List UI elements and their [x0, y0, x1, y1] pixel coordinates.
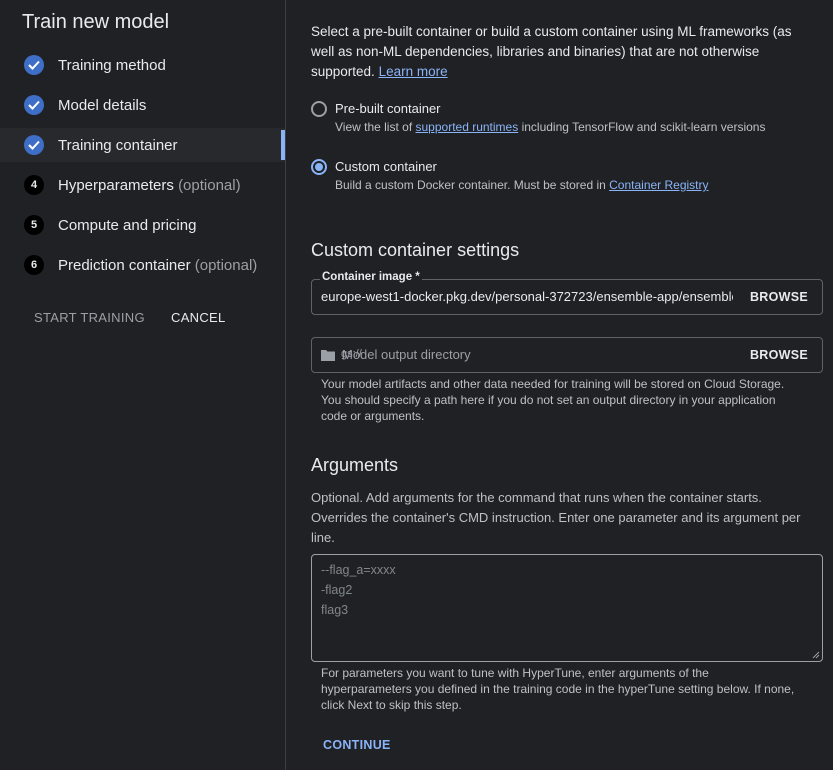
sidebar-actions: START TRAINING CANCEL	[0, 306, 285, 328]
arguments-heading: Arguments	[311, 455, 399, 475]
check-icon	[24, 55, 44, 75]
step-label: Training container	[58, 136, 178, 154]
custom-label: Custom container	[335, 159, 437, 174]
radio-button-selected[interactable]	[311, 159, 327, 175]
arguments-helper: For parameters you want to tune with Hyp…	[321, 666, 795, 712]
continue-button[interactable]: CONTINUE	[311, 732, 397, 760]
step-label: Model details	[58, 96, 147, 114]
step-number-badge: 5	[24, 215, 44, 235]
arguments-textarea[interactable]: --flag_a=xxxx -flag2 flag3	[311, 554, 823, 662]
main-content: Select a pre-built container or build a …	[287, 0, 833, 770]
check-icon	[24, 95, 44, 115]
container-image-input[interactable]: europe-west1-docker.pkg.dev/personal-372…	[321, 289, 733, 304]
step-label: Hyperparameters (optional)	[58, 176, 241, 194]
intro-text: Select a pre-built container or build a …	[311, 24, 792, 79]
step-label: Training method	[58, 56, 166, 74]
check-icon	[24, 135, 44, 155]
supported-runtimes-link[interactable]: supported runtimes	[416, 120, 519, 134]
model-output-directory-input[interactable]: Model output directory	[342, 347, 471, 362]
container-image-label: Container image *	[320, 271, 422, 283]
custom-container-settings-heading: Custom container settings	[311, 240, 520, 260]
step-number-badge: 6	[24, 255, 44, 275]
start-training-button[interactable]: START TRAINING	[34, 310, 145, 325]
learn-more-link[interactable]: Learn more	[379, 64, 448, 79]
output-directory-helper: Your model artifacts and other data need…	[321, 377, 785, 423]
arguments-description: Optional. Add arguments for the command …	[311, 490, 801, 545]
step-training-container[interactable]: Training container	[0, 128, 285, 162]
optional-tag: (optional)	[178, 176, 241, 194]
cancel-button[interactable]: CANCEL	[171, 310, 226, 325]
container-registry-link[interactable]: Container Registry	[609, 178, 708, 192]
prebuilt-description: View the list of supported runtimes incl…	[335, 120, 766, 134]
page-title: Train new model	[22, 11, 170, 33]
custom-description: Build a custom Docker container. Must be…	[335, 178, 709, 192]
radio-button-unselected[interactable]	[311, 101, 327, 117]
output-directory-browse-button[interactable]: BROWSE	[750, 348, 808, 362]
folder-icon	[321, 350, 335, 361]
step-compute-pricing[interactable]: 5 Compute and pricing	[0, 208, 285, 242]
stepper-sidebar: Train new model Training method Model de…	[0, 0, 286, 770]
optional-tag: (optional)	[194, 256, 258, 274]
placeholder-line: -flag2	[321, 583, 353, 597]
placeholder-line: --flag_a=xxxx	[321, 563, 396, 577]
continue-label: CONTINUE	[323, 738, 391, 752]
step-hyperparameters[interactable]: 4 Hyperparameters (optional)	[0, 168, 285, 202]
step-model-details[interactable]: Model details	[0, 88, 285, 122]
container-image-field[interactable]: Container image * europe-west1-docker.pk…	[311, 271, 823, 315]
prebuilt-label: Pre-built container	[335, 101, 441, 116]
step-prediction-container[interactable]: 6 Prediction container (optional)	[0, 248, 285, 282]
container-image-browse-button[interactable]: BROWSE	[750, 290, 808, 304]
step-label: Prediction container (optional)	[58, 256, 258, 274]
step-training-method[interactable]: Training method	[0, 48, 285, 82]
placeholder-line: flag3	[321, 603, 349, 617]
model-output-directory-field[interactable]: gs:// Model output directory BROWSE	[311, 337, 823, 373]
resize-handle-icon[interactable]	[812, 651, 820, 659]
step-number-badge: 4	[24, 175, 44, 195]
step-label: Compute and pricing	[58, 216, 197, 234]
